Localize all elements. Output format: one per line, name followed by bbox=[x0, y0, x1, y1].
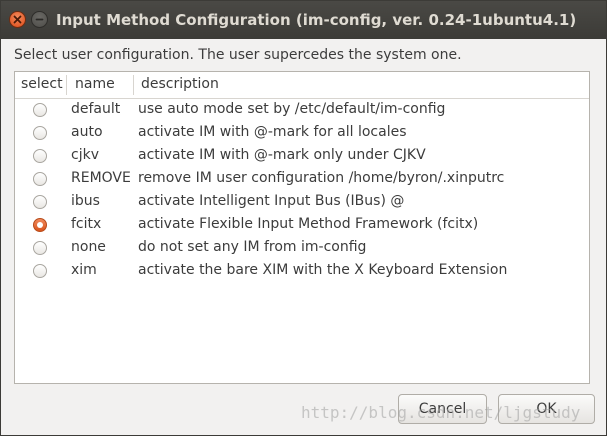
config-description: remove IM user configuration /home/byron… bbox=[138, 170, 505, 186]
cancel-button[interactable]: Cancel bbox=[398, 394, 487, 424]
title-bar[interactable]: Input Method Configuration (im-config, v… bbox=[1, 1, 606, 39]
config-name: default bbox=[71, 101, 121, 117]
instruction-label: Select user configuration. The user supe… bbox=[14, 47, 462, 63]
config-description: use auto mode set by /etc/default/im-con… bbox=[138, 101, 446, 117]
column-header-description[interactable]: description bbox=[141, 76, 219, 92]
table-row[interactable]: ibus activate Intelligent Input Bus (IBu… bbox=[15, 191, 589, 214]
config-name: ibus bbox=[71, 193, 100, 209]
table-row[interactable]: auto activate IM with @-mark for all loc… bbox=[15, 122, 589, 145]
window-title: Input Method Configuration (im-config, v… bbox=[56, 11, 577, 29]
config-description: activate Intelligent Input Bus (IBus) @ bbox=[138, 193, 405, 209]
configuration-list[interactable]: select name description default use auto… bbox=[14, 71, 590, 384]
table-row[interactable]: xim activate the bare XIM with the X Key… bbox=[15, 260, 589, 283]
select-radio[interactable] bbox=[33, 149, 47, 163]
dialog-window: Input Method Configuration (im-config, v… bbox=[0, 0, 607, 436]
config-description: activate IM with @-mark only under CJKV bbox=[138, 147, 426, 163]
select-radio[interactable] bbox=[33, 172, 47, 186]
select-radio[interactable] bbox=[33, 218, 47, 232]
config-description: activate the bare XIM with the X Keyboar… bbox=[138, 262, 508, 278]
table-row[interactable]: cjkv activate IM with @-mark only under … bbox=[15, 145, 589, 168]
select-radio[interactable] bbox=[33, 241, 47, 255]
table-header: select name description bbox=[15, 72, 589, 99]
table-row[interactable]: none do not set any IM from im-config bbox=[15, 237, 589, 260]
close-window-button[interactable] bbox=[9, 11, 26, 28]
config-name: xim bbox=[71, 262, 97, 278]
config-name: cjkv bbox=[71, 147, 99, 163]
column-separator bbox=[133, 75, 134, 95]
config-description: activate IM with @-mark for all locales bbox=[138, 124, 407, 140]
column-separator bbox=[66, 75, 67, 95]
select-radio[interactable] bbox=[33, 103, 47, 117]
config-description: do not set any IM from im-config bbox=[138, 239, 367, 255]
column-header-select[interactable]: select bbox=[21, 76, 63, 92]
column-header-name[interactable]: name bbox=[75, 76, 115, 92]
config-name: fcitx bbox=[71, 216, 102, 232]
table-row[interactable]: fcitx activate Flexible Input Method Fra… bbox=[15, 214, 589, 237]
config-name: none bbox=[71, 239, 106, 255]
table-row[interactable]: REMOVE remove IM user configuration /hom… bbox=[15, 168, 589, 191]
ok-button[interactable]: OK bbox=[498, 394, 595, 424]
close-icon bbox=[13, 15, 22, 24]
table-row[interactable]: default use auto mode set by /etc/defaul… bbox=[15, 99, 589, 122]
minimize-icon bbox=[35, 18, 44, 21]
config-name: auto bbox=[71, 124, 103, 140]
config-name: REMOVE bbox=[71, 170, 131, 186]
select-radio[interactable] bbox=[33, 195, 47, 209]
config-description: activate Flexible Input Method Framework… bbox=[138, 216, 479, 232]
select-radio[interactable] bbox=[33, 126, 47, 140]
minimize-window-button[interactable] bbox=[31, 11, 48, 28]
select-radio[interactable] bbox=[33, 264, 47, 278]
